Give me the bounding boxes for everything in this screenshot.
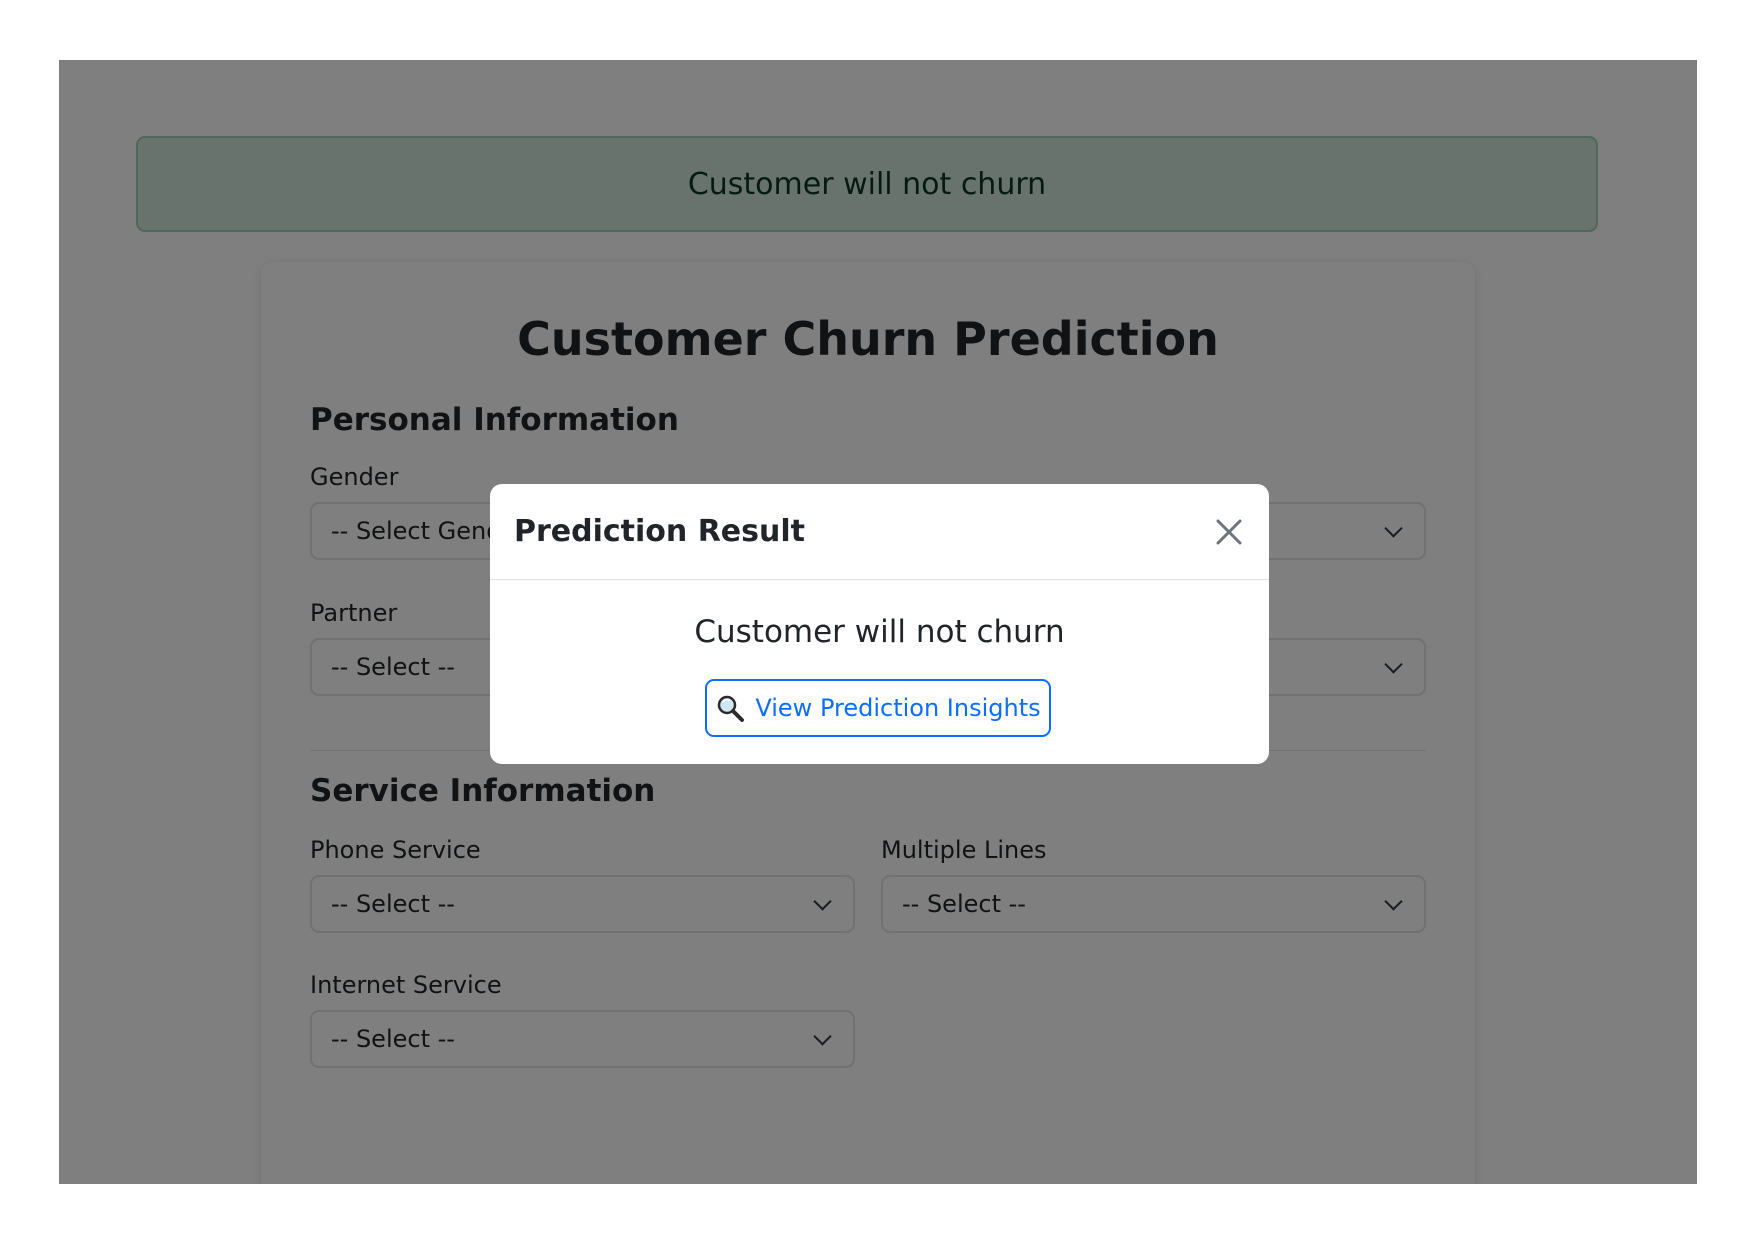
view-insights-label: View Prediction Insights bbox=[755, 694, 1041, 722]
view-insights-button[interactable]: View Prediction Insights bbox=[705, 679, 1051, 737]
close-button[interactable] bbox=[1211, 514, 1247, 550]
modal-header: Prediction Result bbox=[490, 484, 1269, 580]
prediction-modal: Prediction Result Customer will not chur… bbox=[490, 484, 1269, 764]
magnifier-icon bbox=[718, 695, 745, 722]
close-icon bbox=[1216, 519, 1242, 545]
modal-result-text: Customer will not churn bbox=[694, 614, 1065, 650]
modal-title: Prediction Result bbox=[514, 514, 805, 549]
app-viewport: Customer will not churn Customer Churn P… bbox=[59, 60, 1697, 1184]
